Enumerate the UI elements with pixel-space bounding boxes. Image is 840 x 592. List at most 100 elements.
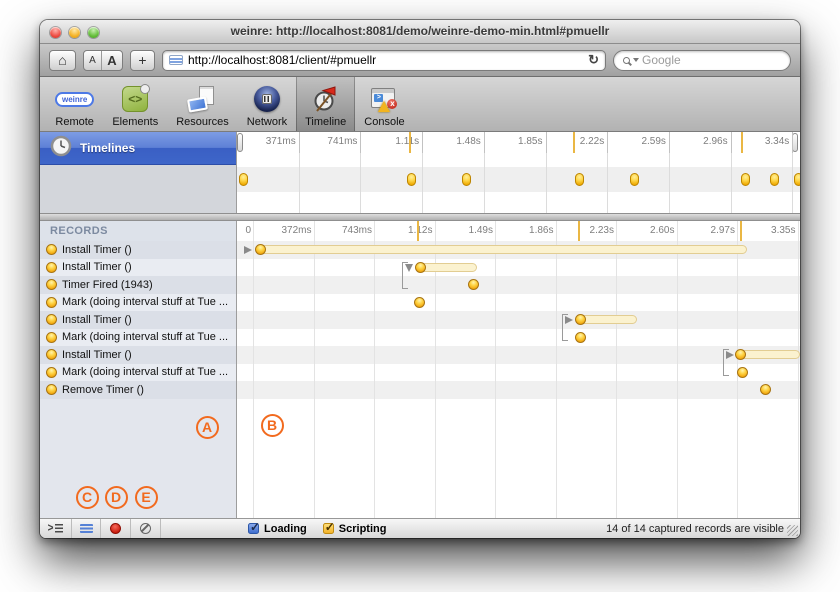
record-grid-row xyxy=(237,294,800,312)
record-grid-row xyxy=(237,381,800,399)
new-tab-button[interactable]: + xyxy=(130,49,155,71)
record-list-item[interactable]: Remove Timer () xyxy=(40,381,236,399)
record-list-item[interactable]: Install Timer () xyxy=(40,258,236,276)
expand-arrow-icon[interactable] xyxy=(244,245,252,254)
collapse-arrow-icon[interactable] xyxy=(405,264,413,272)
record-type-icon xyxy=(46,314,57,326)
record-event-dot[interactable] xyxy=(574,314,586,325)
sidebar-item-timelines[interactable]: Timelines xyxy=(40,132,236,165)
records-view-button[interactable] xyxy=(72,519,101,538)
toggle-console-button[interactable]: > xyxy=(40,519,72,538)
record-event-dot[interactable] xyxy=(413,296,425,308)
grid-gridline xyxy=(797,221,799,518)
ruler-tick-label: 371ms xyxy=(265,136,296,147)
search-input[interactable]: Google xyxy=(613,49,791,71)
console-icon: > x xyxy=(371,84,398,114)
record-grid-row xyxy=(237,241,800,259)
status-bar: > Loading Scripting 14 of 14 captured rec… xyxy=(40,518,800,538)
clear-records-button[interactable] xyxy=(131,519,161,538)
record-grid-row xyxy=(237,329,800,347)
grid-gridline xyxy=(616,221,617,518)
record-duration-bar[interactable] xyxy=(738,350,800,359)
overview-event-dot[interactable] xyxy=(629,173,639,186)
record-label: Mark (doing interval stuff at Tue ... xyxy=(62,296,229,309)
record-list-item[interactable]: Mark (doing interval stuff at Tue ... xyxy=(40,293,236,311)
overview-event-dot[interactable] xyxy=(740,173,750,186)
record-list-item[interactable]: Mark (doing interval stuff at Tue ... xyxy=(40,363,236,381)
overview-event-dot[interactable] xyxy=(406,173,416,186)
record-list-item[interactable]: Install Timer () xyxy=(40,241,236,259)
checkbox-loading[interactable] xyxy=(248,520,260,534)
overview-event-dot[interactable] xyxy=(461,173,471,186)
record-type-icon xyxy=(46,349,57,361)
zoom-button[interactable] xyxy=(88,27,99,38)
record-label: Remove Timer () xyxy=(62,383,144,396)
clear-icon xyxy=(140,523,151,534)
annotation-circle-a: A xyxy=(195,415,219,439)
record-list-item[interactable]: Mark (doing interval stuff at Tue ... xyxy=(40,328,236,346)
record-duration-bar[interactable] xyxy=(577,315,637,324)
text-smaller-button[interactable]: A xyxy=(84,50,102,70)
ruler-tick xyxy=(668,132,670,153)
record-duration-bar[interactable] xyxy=(418,262,477,272)
grid-tick-label: 3.35s xyxy=(771,225,796,236)
record-event-dot[interactable] xyxy=(254,244,266,255)
checkbox-scripting[interactable] xyxy=(322,520,335,534)
record-event-dot[interactable] xyxy=(574,331,586,343)
address-bar[interactable]: http://localhost:8081/client/#pmuellr ↻ xyxy=(162,49,606,71)
network-icon xyxy=(253,84,280,114)
record-list-item[interactable]: Install Timer () xyxy=(40,311,236,329)
records-count-status: 14 of 14 captured records are visible xyxy=(606,522,784,535)
overview-event-dot[interactable] xyxy=(769,173,779,186)
overview-graph[interactable]: 371ms 741ms 1.11s 1.48s 1.85s 2.22s 2.59s 2.96s… xyxy=(237,132,800,213)
expand-arrow-icon[interactable] xyxy=(726,350,734,359)
tab-network[interactable]: Network xyxy=(238,77,296,131)
annotation-circle-b: B xyxy=(260,413,284,437)
tab-timeline[interactable]: Timeline xyxy=(296,77,356,131)
record-button[interactable] xyxy=(101,519,131,538)
legend-label: Scripting xyxy=(338,522,387,535)
records-header: RECORDS xyxy=(40,221,236,241)
record-list-item[interactable]: Install Timer () xyxy=(40,346,236,364)
ruler-tick xyxy=(360,132,362,153)
resize-grip-icon[interactable] xyxy=(787,525,798,536)
record-event-dot[interactable] xyxy=(414,261,426,273)
records-pane: RECORDS Install Timer () Install Timer ()… xyxy=(40,221,800,518)
record-type-icon xyxy=(46,384,57,396)
legend-item-loading: Loading xyxy=(248,520,307,535)
tab-label: Console xyxy=(364,116,405,128)
overview-events-track xyxy=(237,167,800,192)
pane-splitter[interactable] xyxy=(40,213,800,221)
overview-event-dot[interactable] xyxy=(238,173,248,186)
record-event-dot[interactable] xyxy=(736,366,748,378)
record-list-item[interactable]: Timer Fired (1943) xyxy=(40,276,236,294)
home-button[interactable]: ⌂ xyxy=(49,49,76,71)
overview-event-dot[interactable] xyxy=(574,173,584,186)
ruler-tick xyxy=(730,132,732,153)
text-larger-button[interactable]: A xyxy=(102,51,122,70)
overview-event-dot[interactable] xyxy=(793,173,800,186)
tab-resources[interactable]: Resources xyxy=(167,77,238,131)
grid-gridline xyxy=(555,221,557,518)
record-event-dot[interactable] xyxy=(759,384,771,395)
record-label: Install Timer () xyxy=(62,313,132,326)
minimize-button[interactable] xyxy=(69,27,80,38)
grid-gridline xyxy=(374,221,375,518)
tab-elements[interactable]: <> Elements xyxy=(103,77,167,131)
chevron-down-icon[interactable] xyxy=(633,58,639,62)
tab-label: Remote xyxy=(55,116,94,128)
url-text[interactable]: http://localhost:8081/client/#pmuellr xyxy=(188,53,583,67)
tab-console[interactable]: > x Console xyxy=(355,77,413,131)
record-duration-bar[interactable] xyxy=(258,245,747,254)
ruler-tick xyxy=(607,132,609,153)
record-event-dot[interactable] xyxy=(734,349,746,360)
record-event-dot[interactable] xyxy=(467,279,479,290)
close-button[interactable] xyxy=(50,27,61,38)
overview-sidebar: Timelines xyxy=(40,132,237,213)
reload-icon[interactable]: ↻ xyxy=(588,52,599,68)
expand-arrow-icon[interactable] xyxy=(565,315,573,324)
tab-remote[interactable]: weinre Remote xyxy=(46,77,103,131)
overview-left-resizer[interactable] xyxy=(237,133,243,152)
favicon xyxy=(169,55,183,65)
record-grid-row xyxy=(237,311,800,341)
